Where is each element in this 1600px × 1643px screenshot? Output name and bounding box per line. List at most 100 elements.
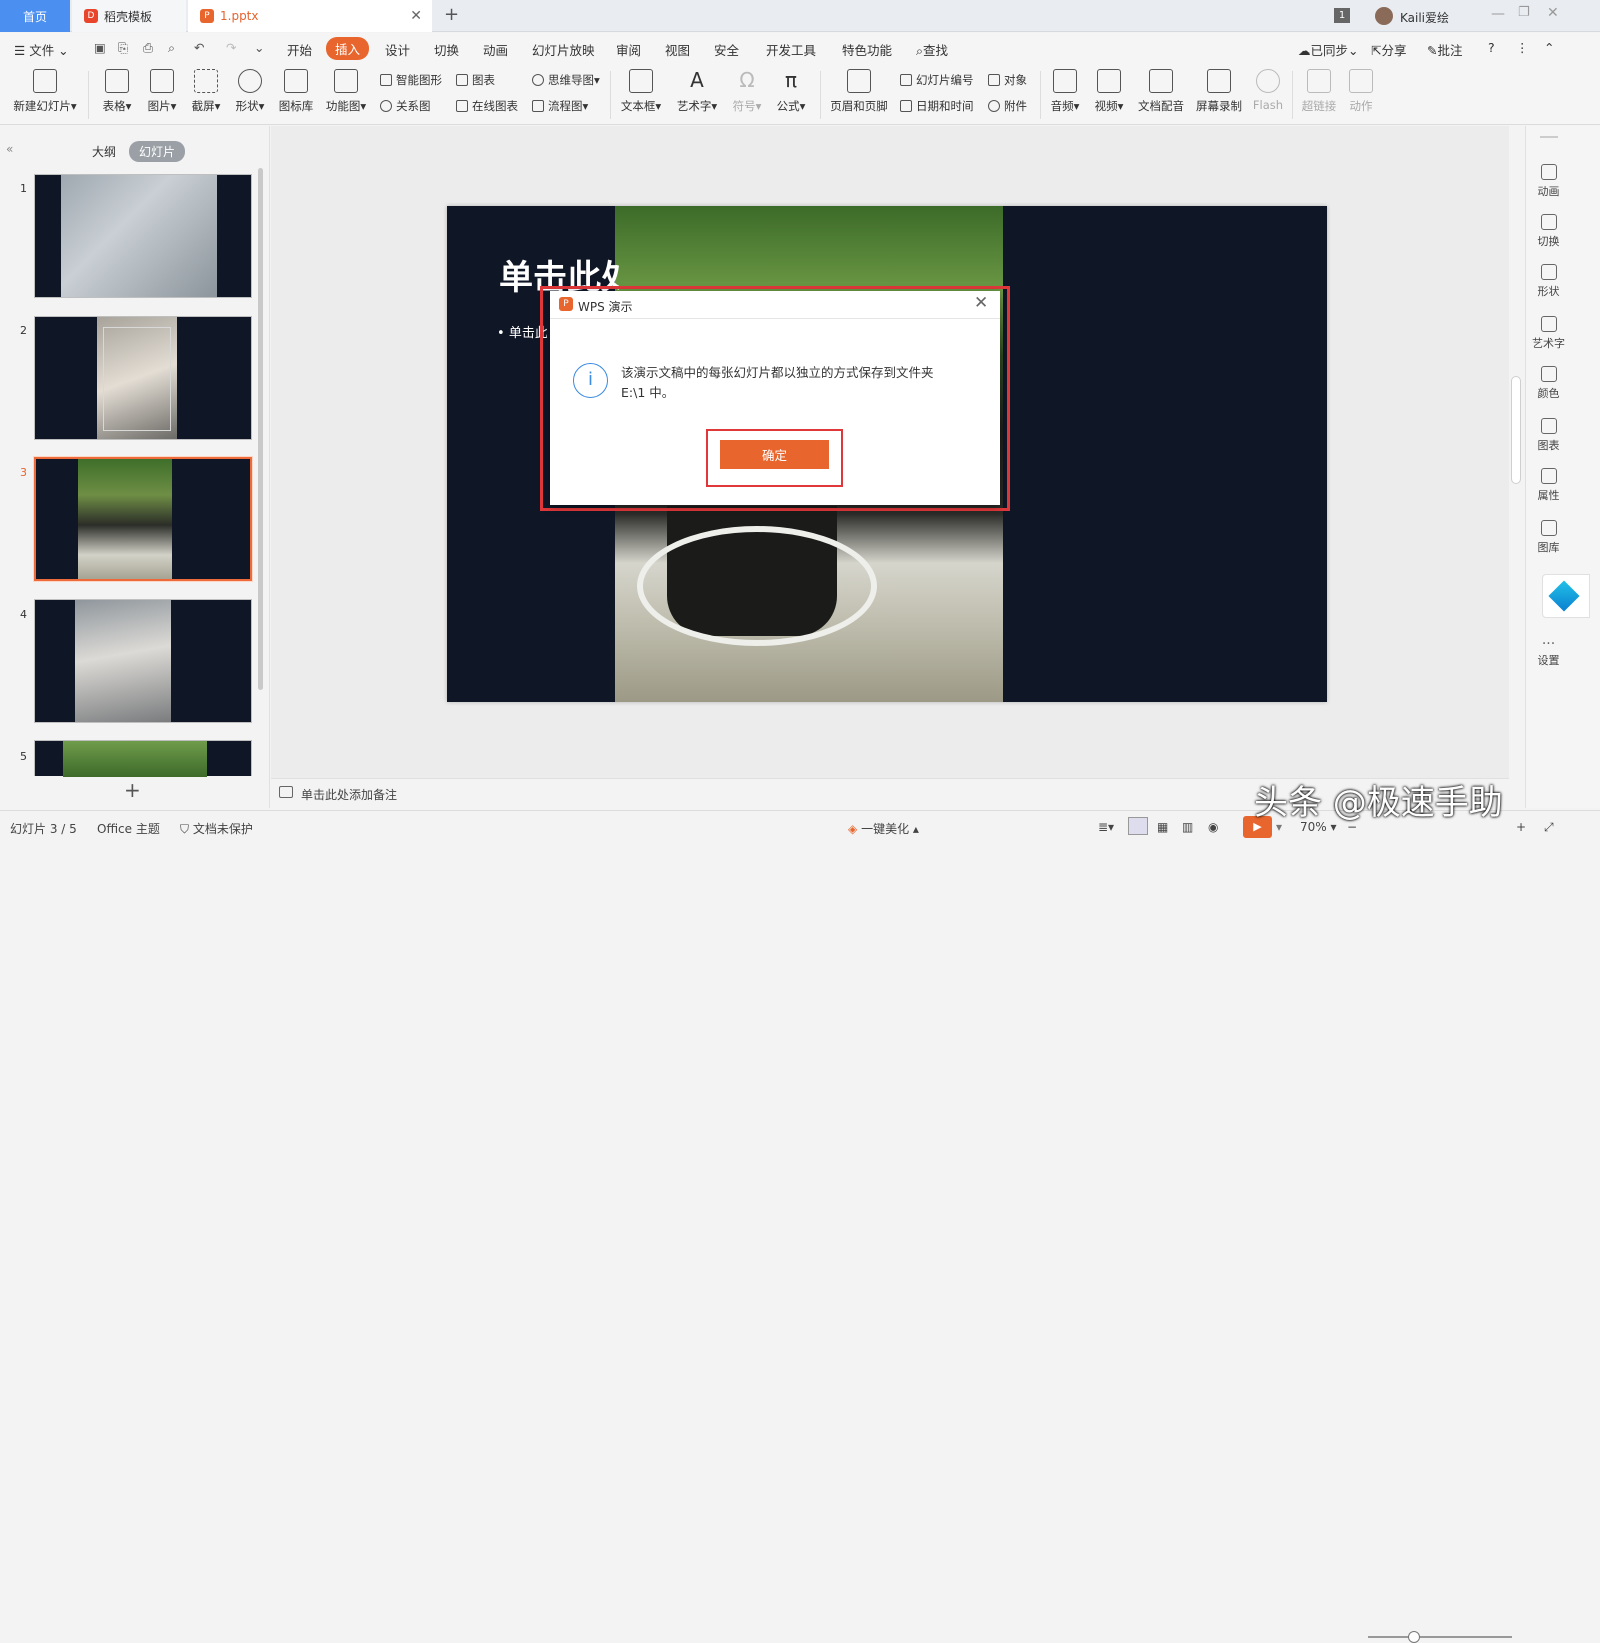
slide-thumbnail[interactable] <box>34 740 252 777</box>
share-button[interactable]: ⇱分享 <box>1371 40 1407 59</box>
user-name[interactable]: Kaili爱绘 <box>1400 9 1449 26</box>
quick-access-dropdown-icon[interactable]: ⌄ <box>254 40 264 55</box>
floating-app-widget[interactable] <box>1542 574 1590 618</box>
object-button[interactable]: 对象 <box>988 72 1027 88</box>
slide-thumbnail[interactable] <box>34 316 252 440</box>
textbox-button[interactable]: 文本框▾ <box>618 69 664 114</box>
add-slide-icon[interactable]: + <box>124 778 141 802</box>
slide-number-button[interactable]: 幻灯片编号 <box>900 72 974 88</box>
comment-button[interactable]: ✎批注 <box>1427 40 1463 59</box>
slide-thumbnail-selected[interactable] <box>34 457 252 581</box>
menu-slideshow[interactable]: 幻灯片放映 <box>532 40 595 59</box>
sidebar-item-settings[interactable]: ··· 设置 <box>1526 636 1571 668</box>
tab-template[interactable]: D 稻壳模板 <box>72 0 186 32</box>
menu-devtools[interactable]: 开发工具 <box>766 40 816 59</box>
screenshot-button[interactable]: 截屏▾ <box>188 69 224 114</box>
reading-view-icon[interactable]: ▥ <box>1182 820 1193 834</box>
header-footer-button[interactable]: 页眉和页脚 <box>828 69 890 114</box>
slide-thumbnail[interactable] <box>34 599 252 723</box>
menu-start[interactable]: 开始 <box>287 40 312 59</box>
tab-home[interactable]: 首页 <box>0 0 70 32</box>
beautify-button[interactable]: ◈ 一键美化 ▴ <box>848 820 919 837</box>
print-icon[interactable]: ⎙ <box>143 40 153 56</box>
preview-icon[interactable]: ⌕ <box>168 40 175 56</box>
menu-transition[interactable]: 切换 <box>434 40 459 59</box>
normal-view-icon[interactable] <box>1128 817 1148 835</box>
menu-special[interactable]: 特色功能 <box>842 40 892 59</box>
sidebar-item-animation[interactable]: 动画 <box>1526 164 1571 199</box>
undo-icon[interactable]: ↶ <box>194 40 204 55</box>
dialog-close-icon[interactable]: ✕ <box>974 293 988 313</box>
menu-design[interactable]: 设计 <box>385 40 410 59</box>
symbol-button[interactable]: Ω 符号▾ <box>730 69 764 114</box>
collapse-panel-icon[interactable]: « <box>6 142 13 156</box>
avatar[interactable] <box>1375 7 1393 25</box>
notes-placeholder[interactable]: 单击此处添加备注 <box>301 786 397 803</box>
tab-outline[interactable]: 大纲 <box>92 143 116 160</box>
collapse-ribbon-icon[interactable]: ⌃ <box>1544 40 1554 55</box>
tab-slides[interactable]: 幻灯片 <box>129 141 186 162</box>
notes-view-icon[interactable]: ≣▾ <box>1098 820 1114 834</box>
help-icon[interactable]: ? <box>1488 40 1495 55</box>
protect-status[interactable]: ⛉ 文档未保护 <box>180 820 253 837</box>
zoom-in-icon[interactable]: + <box>1516 820 1526 834</box>
new-slide-button[interactable]: 新建幻灯片▾ <box>10 69 80 114</box>
menu-animation[interactable]: 动画 <box>483 40 508 59</box>
save-icon[interactable]: ▣ <box>94 40 106 55</box>
window-count-badge[interactable]: 1 <box>1334 8 1350 23</box>
chart-button[interactable]: 图表 <box>456 72 495 88</box>
zoom-slider-track[interactable] <box>1368 1636 1512 1638</box>
new-tab-icon[interactable]: + <box>444 4 459 25</box>
sidebar-item-transition[interactable]: 切换 <box>1526 214 1571 249</box>
datetime-button[interactable]: 日期和时间 <box>900 98 974 114</box>
more-icon[interactable]: ⋮ <box>1516 40 1529 55</box>
sidebar-item-chart[interactable]: 图表 <box>1526 418 1571 453</box>
action-button[interactable]: 动作 <box>1346 69 1376 114</box>
presenter-view-icon[interactable]: ◉ <box>1208 820 1218 834</box>
picture-button[interactable]: 图片▾ <box>144 69 180 114</box>
sidebar-item-gallery[interactable]: 图库 <box>1526 520 1571 555</box>
slide-thumbnail[interactable] <box>34 174 252 298</box>
attachment-button[interactable]: 附件 <box>988 98 1027 114</box>
wordart-button[interactable]: A 艺术字▾ <box>674 69 720 114</box>
sorter-view-icon[interactable]: ▦ <box>1157 820 1168 834</box>
redo-icon[interactable]: ↷ <box>226 40 236 55</box>
export-icon[interactable]: ⎘ <box>118 40 128 56</box>
screen-record-button[interactable]: 屏幕录制 <box>1194 69 1244 114</box>
sidebar-item-color[interactable]: 颜色 <box>1526 366 1571 401</box>
mindmap-button[interactable]: 思维导图 ▾ <box>532 72 600 88</box>
close-window-icon[interactable]: ✕ <box>1547 5 1559 21</box>
restore-icon[interactable]: ❐ <box>1518 5 1530 20</box>
sidebar-item-properties[interactable]: 属性 <box>1526 468 1571 503</box>
table-button[interactable]: 表格▾ <box>100 69 134 114</box>
formula-button[interactable]: π 公式▾ <box>774 69 808 114</box>
audio-button[interactable]: 音频▾ <box>1048 69 1082 114</box>
shape-button[interactable]: 形状▾ <box>232 69 268 114</box>
fit-window-icon[interactable]: ⤢ <box>1544 820 1554 835</box>
menu-insert[interactable]: 插入 <box>326 37 370 60</box>
sidebar-item-shape[interactable]: 形状 <box>1526 264 1571 299</box>
panel-scrollbar[interactable] <box>258 168 263 690</box>
flash-button[interactable]: Flash <box>1252 69 1284 112</box>
online-chart-button[interactable]: 在线图表 <box>456 98 518 114</box>
zoom-slider-thumb[interactable] <box>1408 1631 1420 1643</box>
relation-chart-button[interactable]: 关系图 <box>380 98 431 114</box>
close-tab-icon[interactable]: ✕ <box>410 8 422 24</box>
icon-library-button[interactable]: 图标库 <box>278 69 314 114</box>
menu-security[interactable]: 安全 <box>714 40 739 59</box>
menu-view[interactable]: 视图 <box>665 40 690 59</box>
narration-button[interactable]: 文档配音 <box>1136 69 1186 114</box>
ok-button[interactable]: 确定 <box>720 440 829 469</box>
sidebar-item-wordart[interactable]: 艺术字 <box>1526 316 1571 351</box>
video-button[interactable]: 视频▾ <box>1092 69 1126 114</box>
tab-document[interactable]: P 1.pptx ✕ <box>188 0 432 32</box>
smart-shape-button[interactable]: 智能图形 <box>380 72 442 88</box>
theme-name[interactable]: Office 主题 <box>97 820 160 837</box>
sync-status[interactable]: ☁已同步⌄ <box>1298 40 1359 59</box>
hyperlink-button[interactable]: 超链接 <box>1300 69 1338 114</box>
file-menu[interactable]: ☰ 文件 ⌄ <box>14 40 69 59</box>
search-button[interactable]: ⌕查找 <box>916 40 948 59</box>
menu-review[interactable]: 审阅 <box>616 40 641 59</box>
flowchart-button[interactable]: 流程图 ▾ <box>532 98 588 114</box>
minimize-icon[interactable]: — <box>1491 6 1505 22</box>
